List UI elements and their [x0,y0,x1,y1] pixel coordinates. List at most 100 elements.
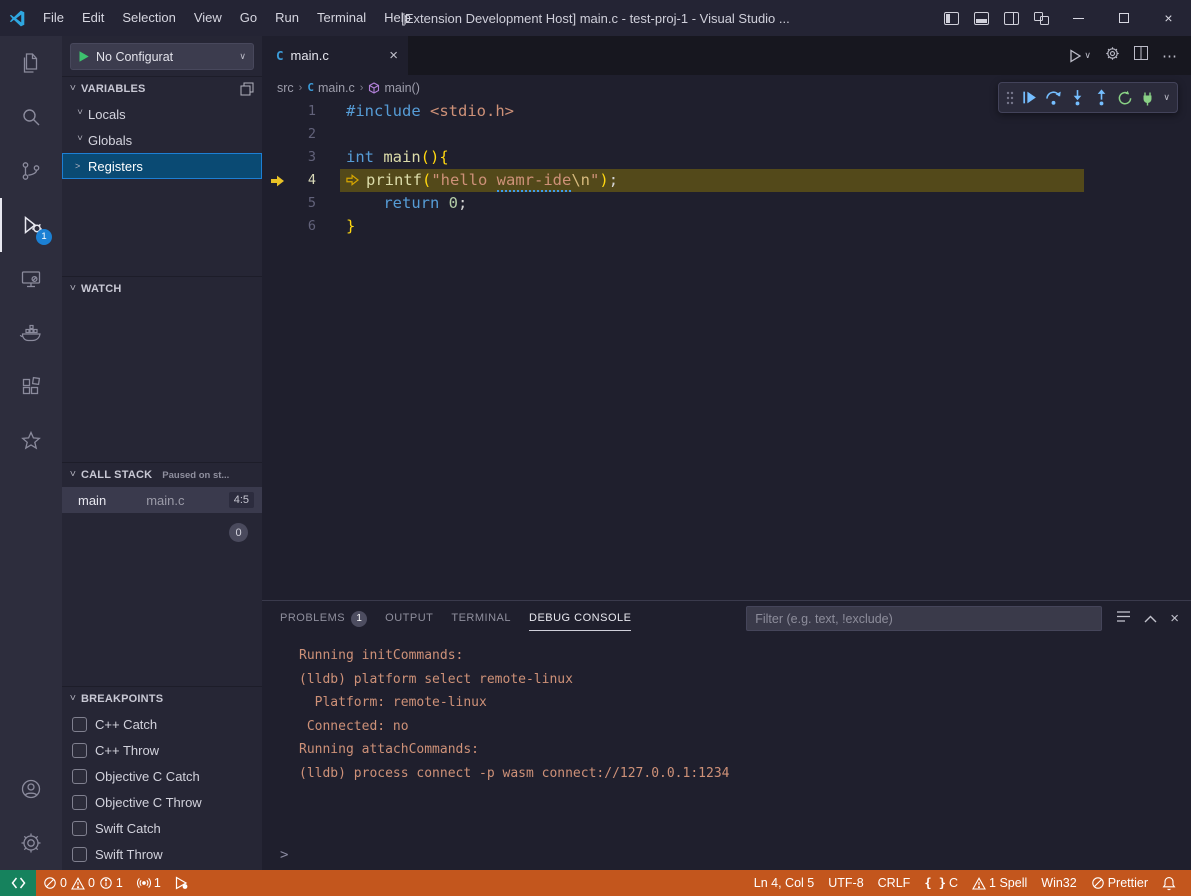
debug-launch-dropdown[interactable]: No Configurat ∨ [70,43,254,70]
status-problems[interactable]: 001 [36,870,130,896]
code-line-content[interactable] [340,123,346,146]
code-line-content[interactable]: int main(){ [340,146,449,169]
line-number[interactable]: 1 [262,100,340,123]
breakpoint-checkbox[interactable] [72,717,87,732]
console-input-chevron-icon[interactable]: > [280,847,288,863]
customize-layout-icon[interactable] [1026,0,1056,36]
code-line-content[interactable]: } [340,215,355,238]
code-line-5[interactable]: 5 return 0; [262,192,1191,215]
status-debug-session[interactable] [168,870,195,896]
status-prettier[interactable]: Prettier [1084,870,1155,896]
activity-run-debug-icon[interactable]: 1 [0,198,62,252]
code-line-content[interactable]: #include <stdio.h> [340,100,514,123]
menu-view[interactable]: View [185,0,231,36]
variables-item-registers[interactable]: >Registers [62,153,262,179]
activity-docker-icon[interactable] [0,306,62,360]
activity-search-icon[interactable] [0,90,62,144]
breadcrumb-item-main-c[interactable]: Cmain.c [307,81,354,95]
watch-header[interactable]: > WATCH [62,277,262,301]
menu-file[interactable]: File [34,0,73,36]
collapse-all-icon[interactable] [240,82,254,96]
accounts-icon[interactable] [0,762,62,816]
status-cursor-position[interactable]: Ln 4, Col 5 [747,870,821,896]
menu-edit[interactable]: Edit [73,0,113,36]
remote-indicator[interactable] [0,870,36,896]
line-number[interactable]: 5 [262,192,340,215]
breakpoint-item-objective-c-catch[interactable]: Objective C Catch [62,763,262,789]
breadcrumb-item-src[interactable]: src [277,81,294,95]
breakpoints-header[interactable]: > BREAKPOINTS [62,687,262,711]
breakpoint-item-c-throw[interactable]: C++ Throw [62,737,262,763]
variables-item-locals[interactable]: >Locals [62,101,262,127]
code-line-2[interactable]: 2 [262,123,1191,146]
toggle-sidebar-icon[interactable] [936,0,966,36]
restart-icon[interactable] [1117,90,1133,106]
menu-terminal[interactable]: Terminal [308,0,375,36]
toggle-secondary-sidebar-icon[interactable] [996,0,1026,36]
toggle-panel-icon[interactable] [966,0,996,36]
line-number[interactable]: 6 [262,215,340,238]
code-editor[interactable]: 1#include <stdio.h>23int main(){4printf(… [262,100,1191,238]
breakpoint-item-swift-throw[interactable]: Swift Throw [62,841,262,867]
code-line-6[interactable]: 6} [262,215,1191,238]
status-platform[interactable]: Win32 [1034,870,1083,896]
close-tab-icon[interactable]: × [389,47,398,64]
disconnect-icon[interactable] [1140,90,1156,106]
inline-breakpoint-marker-icon[interactable] [346,170,366,193]
activity-source-control-icon[interactable] [0,144,62,198]
step-out-icon[interactable] [1093,89,1110,106]
breakpoint-checkbox[interactable] [72,795,87,810]
activity-explorer-icon[interactable] [0,36,62,90]
status-notifications[interactable] [1155,870,1183,896]
breakpoint-item-c-catch[interactable]: C++ Catch [62,711,262,737]
maximize-panel-icon[interactable] [1144,610,1157,628]
status-spell-checker[interactable]: 1 Spell [965,870,1034,896]
breakpoint-checkbox[interactable] [72,847,87,862]
minimize-button[interactable] [1056,0,1101,36]
status-encoding[interactable]: UTF-8 [821,870,870,896]
status-eol[interactable]: CRLF [871,870,918,896]
clear-console-icon[interactable] [1116,610,1131,628]
tab-main-c[interactable]: C main.c × [262,36,408,75]
menu-go[interactable]: Go [231,0,266,36]
line-number[interactable]: 2 [262,123,340,146]
status-ports[interactable]: 1 [130,870,168,896]
code-line-4[interactable]: 4printf("hello wamr-ide\n"); [262,169,1191,192]
menu-run[interactable]: Run [266,0,308,36]
variables-item-globals[interactable]: >Globals [62,127,262,153]
status-language-mode[interactable]: { }C [917,870,965,896]
close-window-button[interactable]: × [1146,0,1191,36]
breadcrumb-item-main-[interactable]: main() [368,81,419,95]
code-line-content[interactable]: printf("hello wamr-ide\n"); [340,169,618,192]
breakpoint-checkbox[interactable] [72,769,87,784]
step-into-icon[interactable] [1069,89,1086,106]
editor-gear-icon[interactable] [1105,46,1120,66]
menu-help[interactable]: Help [375,0,420,36]
menu-selection[interactable]: Selection [113,0,184,36]
panel-tab-output[interactable]: OUTPUT [385,601,433,636]
code-line-content[interactable]: return 0; [340,192,467,215]
breakpoint-checkbox[interactable] [72,743,87,758]
call-stack-frame[interactable]: mainmain.c4:5 [62,487,262,513]
line-number[interactable]: 3 [262,146,340,169]
run-or-debug-button[interactable]: ∨ [1069,49,1091,63]
editor-more-actions-icon[interactable]: ⋯ [1162,47,1177,65]
console-filter-input[interactable] [746,606,1102,631]
debug-toolbar-chevron-icon[interactable]: ∨ [1163,92,1170,103]
activity-remote-explorer-icon[interactable] [0,252,62,306]
line-number[interactable]: 4 [262,169,340,192]
step-over-icon[interactable] [1045,89,1062,106]
panel-tab-terminal[interactable]: TERMINAL [451,601,511,636]
activity-extensions-icon[interactable] [0,360,62,414]
breakpoint-checkbox[interactable] [72,821,87,836]
call-stack-header[interactable]: > CALL STACK Paused on st... [62,463,262,487]
split-editor-icon[interactable] [1134,46,1148,65]
variables-header[interactable]: > VARIABLES [62,77,262,101]
activity-marketplace-star-icon[interactable] [0,414,62,468]
code-line-3[interactable]: 3int main(){ [262,146,1191,169]
close-panel-icon[interactable]: × [1170,610,1179,627]
panel-tab-debug-console[interactable]: DEBUG CONSOLE [529,601,631,636]
breakpoint-item-swift-catch[interactable]: Swift Catch [62,815,262,841]
continue-icon[interactable] [1021,89,1038,106]
panel-tab-problems[interactable]: PROBLEMS1 [280,601,367,636]
